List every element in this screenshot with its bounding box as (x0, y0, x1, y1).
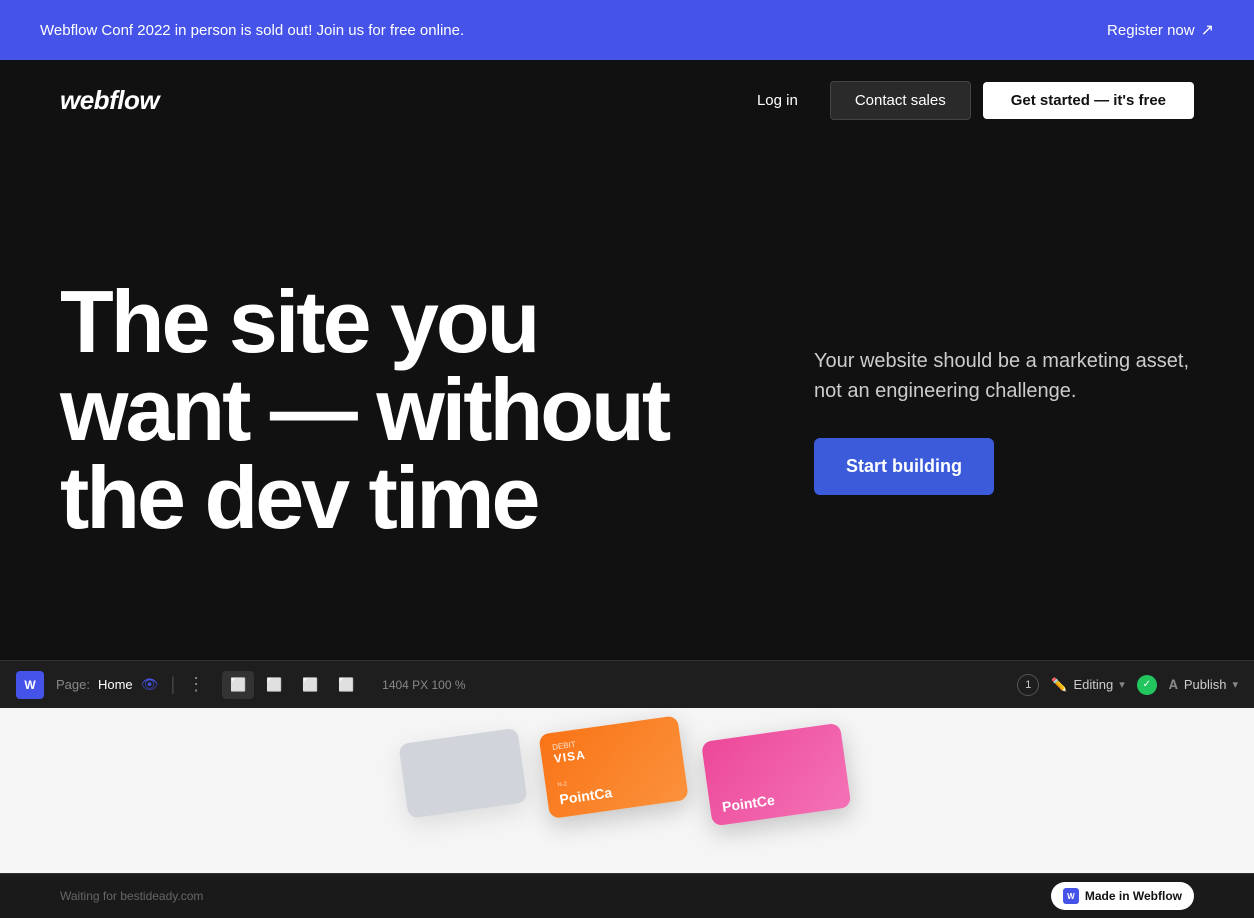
nav-actions: Log in Contact sales Get started — it's … (737, 81, 1194, 120)
hero-right-block: Your website should be a marketing asset… (814, 326, 1194, 495)
publish-a-icon: 𝐀 (1169, 677, 1178, 693)
publish-label: Publish (1184, 677, 1227, 692)
navbar: webflow Log in Contact sales Get started… (0, 60, 1254, 140)
card-brand-label: PointCa (558, 775, 675, 807)
hero-section: The site you want — without the dev time… (0, 140, 1254, 660)
card-gray (398, 728, 527, 819)
made-in-webflow-badge[interactable]: W Made in Webflow (1051, 882, 1194, 910)
logo[interactable]: webflow (60, 85, 159, 116)
made-in-webflow-label: Made in Webflow (1085, 889, 1182, 903)
hero-title: The site you want — without the dev time (60, 278, 754, 542)
editor-dimensions: 1404 PX 100 % (382, 678, 465, 692)
publish-button[interactable]: 𝐀 Publish ▾ (1169, 677, 1238, 693)
chevron-down-icon: ▾ (1119, 678, 1125, 691)
editor-logo: W (16, 671, 44, 699)
hero-title-line1: The site you (60, 272, 537, 371)
contact-sales-button[interactable]: Contact sales (830, 81, 971, 120)
mobile-device-button[interactable]: ⬜ (330, 671, 362, 699)
register-link[interactable]: Register now ↗ (1107, 20, 1214, 40)
page-name: Home (98, 677, 133, 692)
card-orange: DEBIT VISA N-2 PointCa (538, 715, 688, 819)
page-label: Page: (56, 677, 90, 692)
pencil-icon: ✏️ (1051, 677, 1067, 693)
editor-toolbar: W Page: Home 👁 | ⋮ ⬜ ⬜ ⬜ ⬜ 1404 PX 100 %… (0, 660, 1254, 708)
bottom-bar: Waiting for bestideady.com W Made in Web… (0, 873, 1254, 918)
separator: | (170, 674, 175, 695)
hero-subtitle: Your website should be a marketing asset… (814, 346, 1194, 406)
hero-title-line2: want — without (60, 360, 668, 459)
publish-chevron-icon: ▾ (1232, 678, 1238, 691)
eye-icon[interactable]: 👁 (141, 676, 159, 693)
preview-cards: DEBIT VISA N-2 PointCa PointCe (400, 708, 852, 868)
card-pink-brand: PointCe (721, 783, 838, 815)
login-button[interactable]: Log in (737, 82, 818, 119)
announcement-text: Webflow Conf 2022 in person is sold out!… (40, 22, 464, 39)
register-arrow: ↗ (1201, 20, 1214, 40)
desktop-device-button[interactable]: ⬜ (222, 671, 254, 699)
more-options-icon[interactable]: ⋮ (187, 674, 206, 695)
announcement-bar: Webflow Conf 2022 in person is sold out!… (0, 0, 1254, 60)
webflow-badge-logo: W (1063, 888, 1079, 904)
register-label: Register now (1107, 22, 1195, 39)
editor-page-info: Page: Home 👁 (56, 676, 158, 693)
card-pink: PointCe (701, 723, 851, 827)
waiting-text: Waiting for bestideady.com (60, 889, 203, 903)
editing-mode[interactable]: ✏️ Editing ▾ (1051, 677, 1124, 693)
tablet-landscape-button[interactable]: ⬜ (258, 671, 290, 699)
device-buttons: ⬜ ⬜ ⬜ ⬜ (222, 671, 362, 699)
get-started-button[interactable]: Get started — it's free (983, 82, 1194, 119)
editor-right-actions: 1 ✏️ Editing ▾ ✓ 𝐀 Publish ▾ (1017, 674, 1238, 696)
status-dot: ✓ (1137, 675, 1157, 695)
hero-title-block: The site you want — without the dev time (60, 278, 754, 542)
preview-area: DEBIT VISA N-2 PointCa PointCe (0, 708, 1254, 873)
editor-num-badge: 1 (1017, 674, 1039, 696)
tablet-portrait-button[interactable]: ⬜ (294, 671, 326, 699)
check-icon: ✓ (1143, 679, 1151, 690)
start-building-button[interactable]: Start building (814, 438, 994, 495)
card-num-label: N-2 (557, 781, 567, 788)
hero-title-line3: the dev time (60, 448, 537, 547)
editing-label: Editing (1073, 677, 1113, 692)
